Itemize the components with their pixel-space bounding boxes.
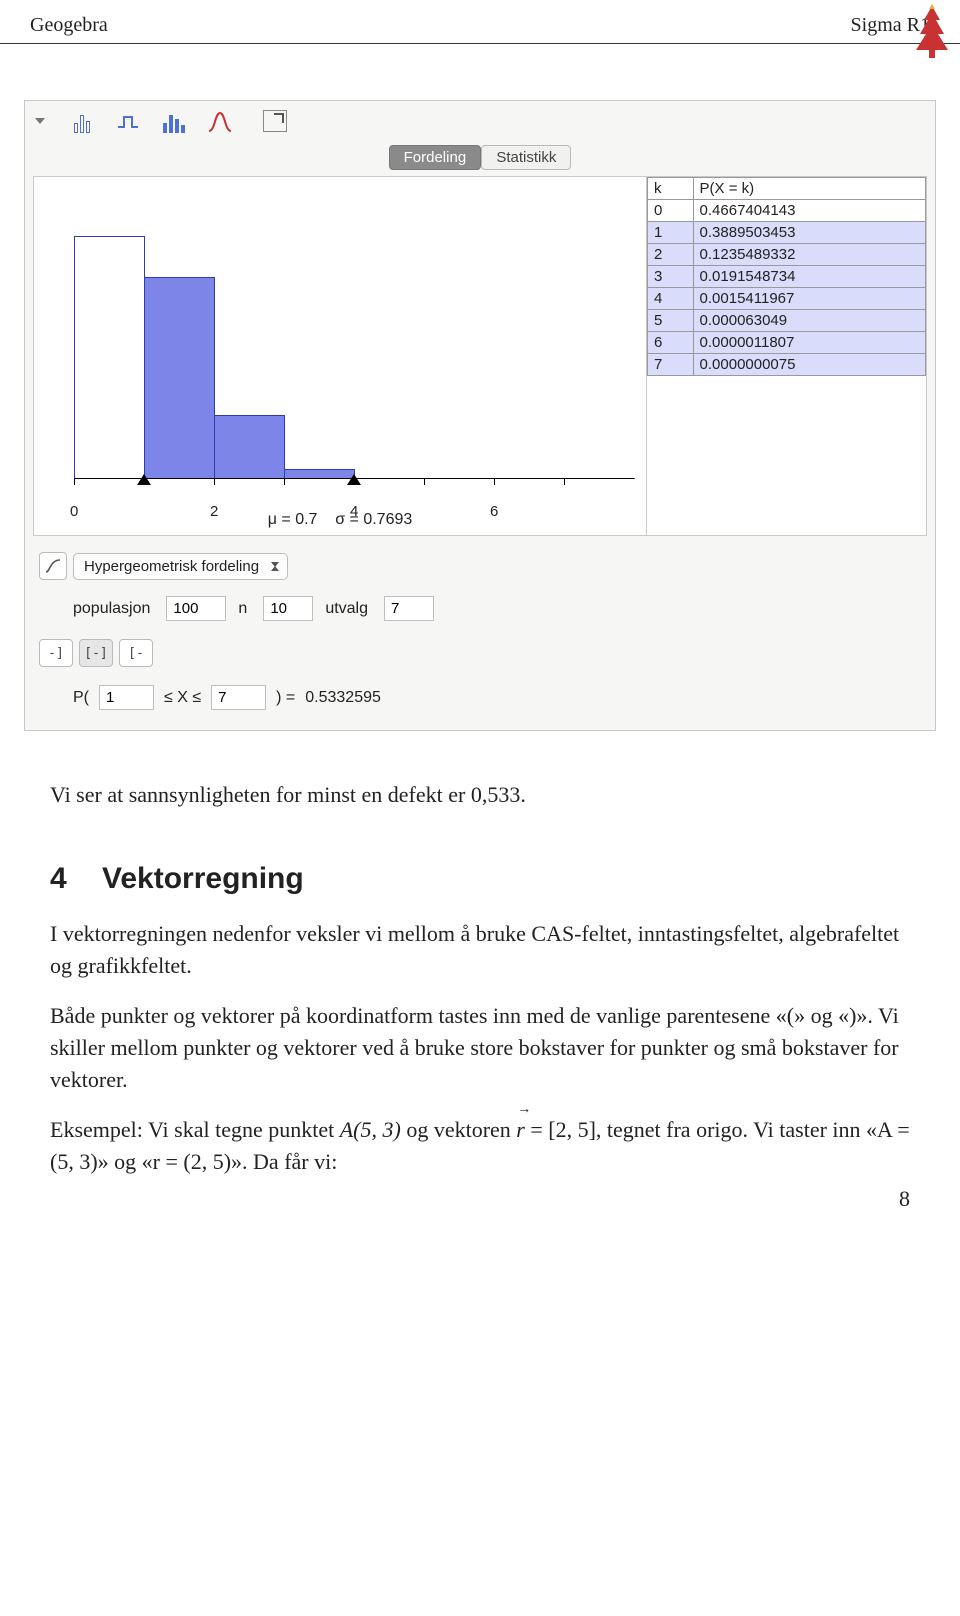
page-number: 8: [899, 1186, 910, 1212]
table-row[interactable]: 40.0015411967: [648, 288, 926, 310]
histogram-outline-icon[interactable]: [69, 109, 95, 133]
table-row[interactable]: 00.4667404143: [648, 200, 926, 222]
paragraph-4: Eksempel: Vi skal tegne punktet A(5, 3) …: [50, 1114, 910, 1178]
interval-left-button[interactable]: -]: [39, 639, 73, 667]
toolbar: [29, 105, 931, 141]
tab-fordeling[interactable]: Fordeling: [389, 145, 482, 170]
table-row[interactable]: 20.1235489332: [648, 244, 926, 266]
paragraph-2: I vektorregningen nedenfor veksler vi me…: [50, 918, 910, 982]
table-row[interactable]: 10.3889503453: [648, 222, 926, 244]
tab-statistikk[interactable]: Statistikk: [481, 145, 571, 170]
table-row[interactable]: 60.0000011807: [648, 332, 926, 354]
utvalg-input[interactable]: [384, 596, 434, 621]
col-k: k: [648, 178, 694, 200]
range-marker-left[interactable]: [137, 474, 151, 485]
utvalg-label: utvalg: [325, 600, 368, 618]
section-heading: 4Vektorregning: [50, 857, 910, 901]
col-p: P(X = k): [693, 178, 925, 200]
histogram-filled-icon[interactable]: [161, 109, 187, 133]
interval-both-button[interactable]: [-]: [79, 639, 113, 667]
cumulative-toggle-icon[interactable]: [39, 552, 67, 580]
populasjon-input[interactable]: [166, 596, 226, 621]
probability-chart: 0246 μ = 0.7 σ = 0.7693: [34, 177, 646, 535]
prob-lower-input[interactable]: [99, 685, 154, 710]
prob-close: ) =: [276, 689, 295, 707]
sigma-label: σ = 0.7693: [335, 511, 412, 528]
interval-right-button[interactable]: [-: [119, 639, 153, 667]
menu-dropdown-icon[interactable]: [35, 118, 45, 124]
range-marker-right[interactable]: [347, 474, 361, 485]
step-icon[interactable]: [115, 109, 141, 133]
prob-result: 0.5332595: [305, 689, 381, 707]
prob-upper-input[interactable]: [211, 685, 266, 710]
bar-1: [144, 277, 215, 479]
populasjon-label: populasjon: [73, 600, 150, 618]
header-left: Geogebra: [30, 14, 108, 37]
table-row[interactable]: 50.000063049: [648, 310, 926, 332]
mu-label: μ = 0.7: [268, 511, 318, 528]
n-label: n: [238, 600, 247, 618]
paragraph-1: Vi ser at sannsynligheten for minst en d…: [50, 779, 910, 811]
tree-icon: [910, 4, 954, 67]
normal-curve-icon[interactable]: [207, 109, 233, 133]
geogebra-screenshot: Fordeling Statistikk 0246 μ = 0.7 σ = 0.…: [24, 100, 936, 731]
popout-icon[interactable]: [263, 110, 287, 132]
paragraph-3: Både punkter og vektorer på koordinatfor…: [50, 1000, 910, 1096]
bar-2: [214, 415, 285, 479]
prob-prefix: P(: [73, 689, 89, 707]
bar-0: [74, 236, 145, 479]
probability-table: k P(X = k) 00.466740414310.388950345320.…: [647, 177, 926, 376]
table-row[interactable]: 30.0191548734: [648, 266, 926, 288]
n-input[interactable]: [263, 596, 313, 621]
prob-mid: ≤ X ≤: [164, 689, 201, 707]
table-row[interactable]: 70.0000000075: [648, 354, 926, 376]
distribution-select[interactable]: Hypergeometrisk fordeling: [73, 553, 288, 580]
